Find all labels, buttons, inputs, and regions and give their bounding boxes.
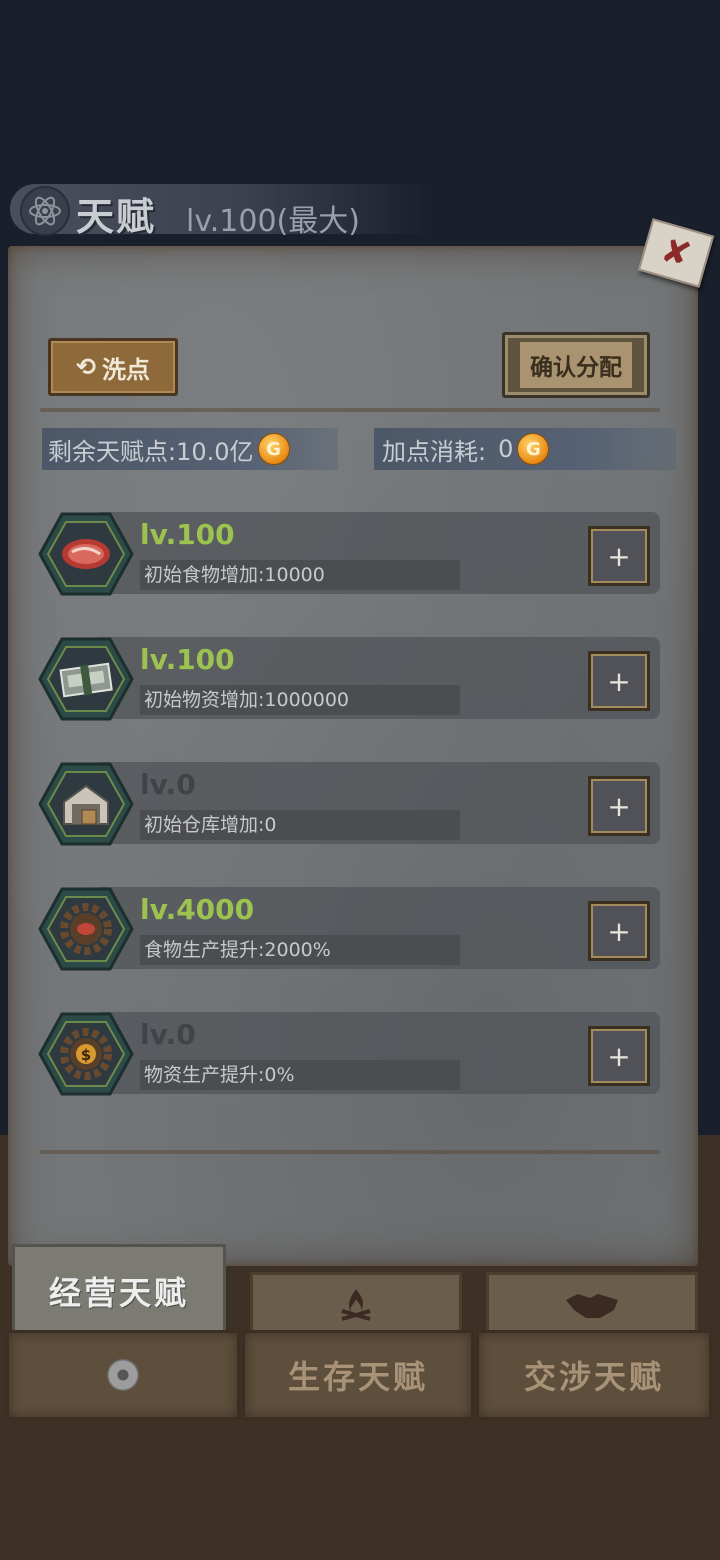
talent-description: 初始物资增加:1000000	[140, 685, 460, 715]
cost-value: 0	[498, 435, 514, 463]
tab-business-label: 经营天赋	[48, 1274, 189, 1312]
talent-level: lv.0	[140, 768, 196, 801]
add-point-button[interactable]: +	[588, 776, 650, 836]
talent-description: 食物生产提升:2000%	[140, 935, 460, 965]
talent-row: lv.100 初始物资增加:1000000 +	[38, 637, 660, 721]
talent-level: lv.100	[140, 518, 235, 551]
loading-icon	[107, 1359, 139, 1391]
talent-row: $ lv.0 物资生产提升:0% +	[38, 1012, 660, 1096]
atom-icon	[20, 186, 70, 236]
tab-survival-label: 生存天赋	[287, 1358, 428, 1396]
remaining-value: 10.0亿	[176, 437, 254, 466]
cost-points-bar: 加点消耗: 0 G	[374, 428, 676, 470]
tab-survival-icon-tab[interactable]	[250, 1272, 462, 1338]
tab-business[interactable]: 经营天赋	[12, 1244, 226, 1338]
gold-coin-icon: G	[517, 433, 550, 465]
confirm-allocation-button[interactable]: 确认分配	[502, 332, 650, 398]
talent-row: lv.100 初始食物增加:10000 +	[38, 512, 660, 596]
talent-panel	[8, 246, 698, 1266]
add-point-button[interactable]: +	[588, 526, 650, 586]
meat-icon	[38, 512, 134, 596]
page-level: lv.100(最大)	[186, 204, 360, 239]
reset-label: 洗点	[102, 355, 151, 384]
talent-row: lv.4000 食物生产提升:2000% +	[38, 887, 660, 971]
cash-stack-icon	[38, 637, 134, 721]
close-icon: ✘	[656, 229, 696, 277]
confirm-label: 确认分配	[520, 342, 632, 388]
reset-button[interactable]: ⟲ 洗点	[48, 338, 178, 396]
page-title: 天赋	[76, 195, 157, 239]
talent-level: lv.4000	[140, 893, 255, 926]
remaining-label: 剩余天赋点:	[48, 437, 177, 466]
talent-description: 初始仓库增加:0	[140, 810, 460, 840]
handshake-icon	[566, 1294, 618, 1318]
tab-negotiation-icon-tab[interactable]	[486, 1272, 698, 1338]
remaining-points-bar: 剩余天赋点: 10.0亿 G	[42, 428, 338, 470]
tab-business-lower[interactable]	[6, 1330, 240, 1420]
refresh-icon: ⟲	[75, 353, 97, 381]
divider	[40, 1150, 660, 1154]
talent-description: 物资生产提升:0%	[140, 1060, 460, 1090]
divider	[40, 408, 660, 412]
talent-row: lv.0 初始仓库增加:0 +	[38, 762, 660, 846]
gear-dollar-icon: $	[38, 1012, 134, 1096]
add-point-button[interactable]: +	[588, 651, 650, 711]
tab-negotiation[interactable]: 交涉天赋	[476, 1330, 712, 1420]
talent-level: lv.0	[140, 1018, 196, 1051]
add-point-button[interactable]: +	[588, 1026, 650, 1086]
tab-negotiation-label: 交涉天赋	[523, 1358, 664, 1396]
svg-text:$: $	[81, 1046, 91, 1064]
talent-description: 初始食物增加:10000	[140, 560, 460, 590]
tab-survival[interactable]: 生存天赋	[242, 1330, 474, 1420]
warehouse-icon	[38, 762, 134, 846]
add-point-button[interactable]: +	[588, 901, 650, 961]
gold-coin-icon: G	[257, 433, 290, 465]
campfire-icon	[341, 1289, 371, 1321]
cost-label: 加点消耗:	[382, 437, 487, 466]
gear-meat-icon	[38, 887, 134, 971]
talent-level: lv.100	[140, 643, 235, 676]
